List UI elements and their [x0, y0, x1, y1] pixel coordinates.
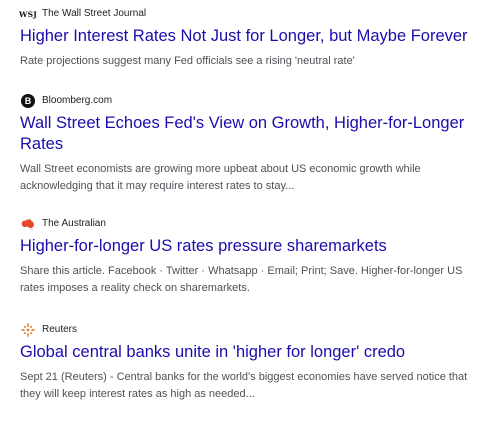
result-title-link[interactable]: Higher Interest Rates Not Just for Longe… — [20, 26, 475, 47]
source-row: B Bloomberg.com — [20, 93, 475, 109]
result-snippet: Rate projections suggest many Fed offici… — [20, 55, 355, 67]
source-row: The Australian — [20, 216, 475, 232]
source-name: The Wall Street Journal — [42, 8, 147, 19]
result-snippet: Share this article. Facebook · Twitter ·… — [20, 265, 463, 294]
result-title-link[interactable]: Global central banks unite in 'higher fo… — [20, 342, 475, 363]
wsj-logo-icon: WSJ — [19, 9, 37, 19]
australia-map-shape — [21, 218, 34, 230]
bloomberg-logo-icon: B — [20, 93, 36, 109]
news-result: Reuters Global central banks unite in 'h… — [20, 322, 475, 403]
reuters-dots-shape — [21, 323, 35, 337]
result-title-link[interactable]: Higher-for-longer US rates pressure shar… — [20, 236, 475, 257]
result-title-link[interactable]: Wall Street Echoes Fed's View on Growth,… — [20, 113, 475, 155]
australia-map-icon — [20, 216, 36, 232]
source-row: Reuters — [20, 322, 475, 338]
source-name: The Australian — [42, 218, 106, 229]
result-snippet: Sept 21 (Reuters) - Central banks for th… — [20, 371, 468, 400]
result-snippet: Wall Street economists are growing more … — [20, 163, 421, 192]
news-result: WSJ The Wall Street Journal Higher Inter… — [19, 6, 475, 70]
news-result: B Bloomberg.com Wall Street Echoes Fed's… — [20, 93, 475, 195]
source-name: Reuters — [42, 324, 78, 335]
news-result: The Australian Higher-for-longer US rate… — [20, 216, 475, 297]
source-row: WSJ The Wall Street Journal — [19, 6, 475, 22]
reuters-logo-icon — [20, 322, 36, 338]
source-name: Bloomberg.com — [42, 95, 113, 106]
